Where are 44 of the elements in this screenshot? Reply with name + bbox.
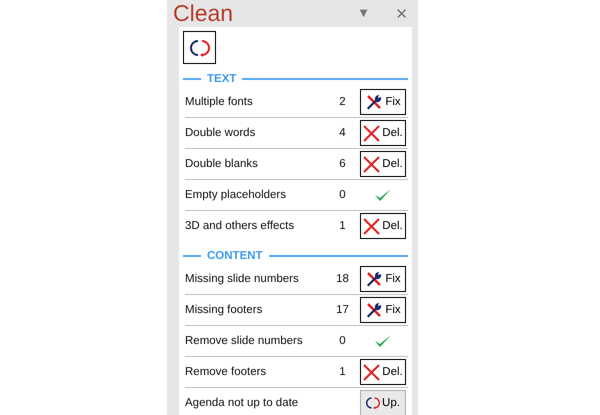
close-icon[interactable]: ✕ [395, 4, 408, 22]
delete-button[interactable]: Del. [360, 120, 406, 146]
check-label: Empty placeholders [185, 189, 287, 201]
dropdown-icon[interactable]: ▼ [360, 8, 368, 19]
cross-icon [363, 218, 380, 234]
check-label: Remove slide numbers [185, 335, 304, 347]
delete-button[interactable]: Del. [360, 359, 406, 385]
check-label: Missing slide numbers [185, 273, 300, 285]
issue-count: 1 [338, 366, 347, 378]
check-label: Agenda not up to date [185, 397, 300, 409]
cross-icon [363, 124, 380, 142]
cross-icon [363, 364, 380, 380]
pane-title: Clean [173, 0, 234, 27]
issue-count: 17 [335, 304, 350, 316]
issue-count: 1 [338, 220, 347, 232]
refresh-button[interactable] [183, 31, 216, 64]
check-label: Multiple fonts [185, 96, 254, 108]
check-label: Double blanks [185, 158, 259, 170]
issue-count: 2 [338, 96, 347, 108]
refresh-icon [190, 38, 210, 58]
fix-button[interactable]: Fix [360, 89, 406, 115]
issue-count: 18 [335, 273, 350, 285]
wrench-icon [365, 270, 384, 288]
issue-count: 0 [338, 335, 347, 347]
check-label: 3D and others effects [185, 220, 296, 232]
issue-count: 4 [338, 127, 347, 139]
issue-count: 0 [338, 189, 347, 201]
delete-button[interactable]: Del. [360, 213, 406, 239]
check-label: Missing footers [185, 304, 264, 316]
wrench-icon [365, 93, 384, 111]
issue-count: 6 [338, 158, 347, 170]
refresh-icon [366, 396, 380, 410]
check-label: Remove footers [185, 366, 268, 378]
fix-button[interactable]: Fix [360, 266, 406, 292]
section-title: CONTENT [207, 250, 263, 262]
section-title: TEXT [207, 73, 236, 85]
delete-button[interactable]: Del. [360, 151, 406, 177]
check-label: Double words [185, 127, 256, 139]
update-button[interactable]: Up. [360, 390, 406, 415]
checkmark-icon [374, 333, 392, 349]
checkmark-icon [374, 187, 392, 203]
wrench-icon [365, 301, 384, 319]
fix-button[interactable]: Fix [360, 297, 406, 323]
cross-icon [363, 156, 380, 172]
